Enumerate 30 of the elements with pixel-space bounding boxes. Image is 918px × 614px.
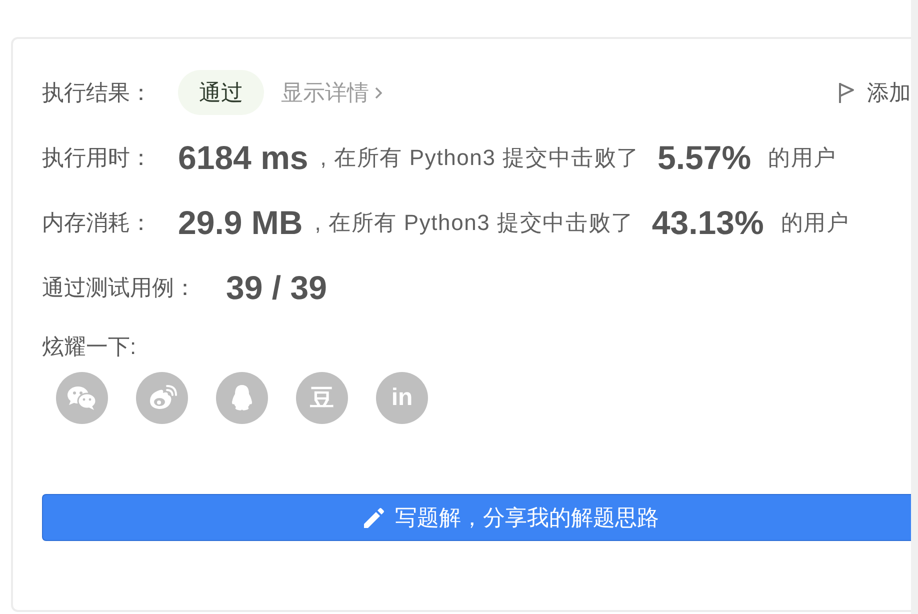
suffix-text: 的用户 — [768, 144, 836, 172]
share-button[interactable] — [56, 372, 108, 424]
share-button[interactable]: 豆 — [296, 372, 348, 424]
status-badge: 通过 — [178, 70, 264, 115]
add-button[interactable]: 添加 — [838, 78, 911, 108]
field-label: 通过测试用例： — [42, 274, 197, 302]
eye-waves-icon — [147, 385, 177, 411]
penguin-icon — [230, 384, 254, 412]
details-link[interactable]: 显示详情 — [281, 78, 382, 108]
field-label: 内存消耗： — [42, 208, 153, 236]
pencil-icon — [363, 506, 385, 528]
comparison-text: , 在所有 Python3 提交中击败了 — [314, 208, 634, 237]
share-button[interactable] — [216, 372, 268, 424]
chat-bubbles-icon — [67, 385, 97, 411]
stat-value: 29.9 MB — [178, 204, 303, 242]
share-button[interactable] — [136, 372, 188, 424]
share-button[interactable]: in — [376, 372, 428, 424]
suffix-text: 的用户 — [780, 208, 850, 236]
share-label: 炫耀一下: — [42, 333, 136, 361]
field-label: 执行结果： — [42, 78, 153, 106]
comparison-text: , 在所有 Python3 提交中击败了 — [320, 144, 640, 172]
test-case-count: 39 / 39 — [226, 268, 327, 306]
chevron-right-icon — [375, 86, 382, 98]
field-label: 执行用时： — [42, 144, 153, 172]
flag-icon — [838, 82, 855, 104]
write-solution-button[interactable]: 写题解，分享我的解题思路 — [42, 494, 911, 541]
percentile-value: 5.57% — [657, 138, 752, 176]
scrollbar-track[interactable] — [911, 0, 918, 614]
stat-value: 6184 ms — [178, 138, 308, 176]
percentile-value: 43.13% — [652, 204, 764, 242]
